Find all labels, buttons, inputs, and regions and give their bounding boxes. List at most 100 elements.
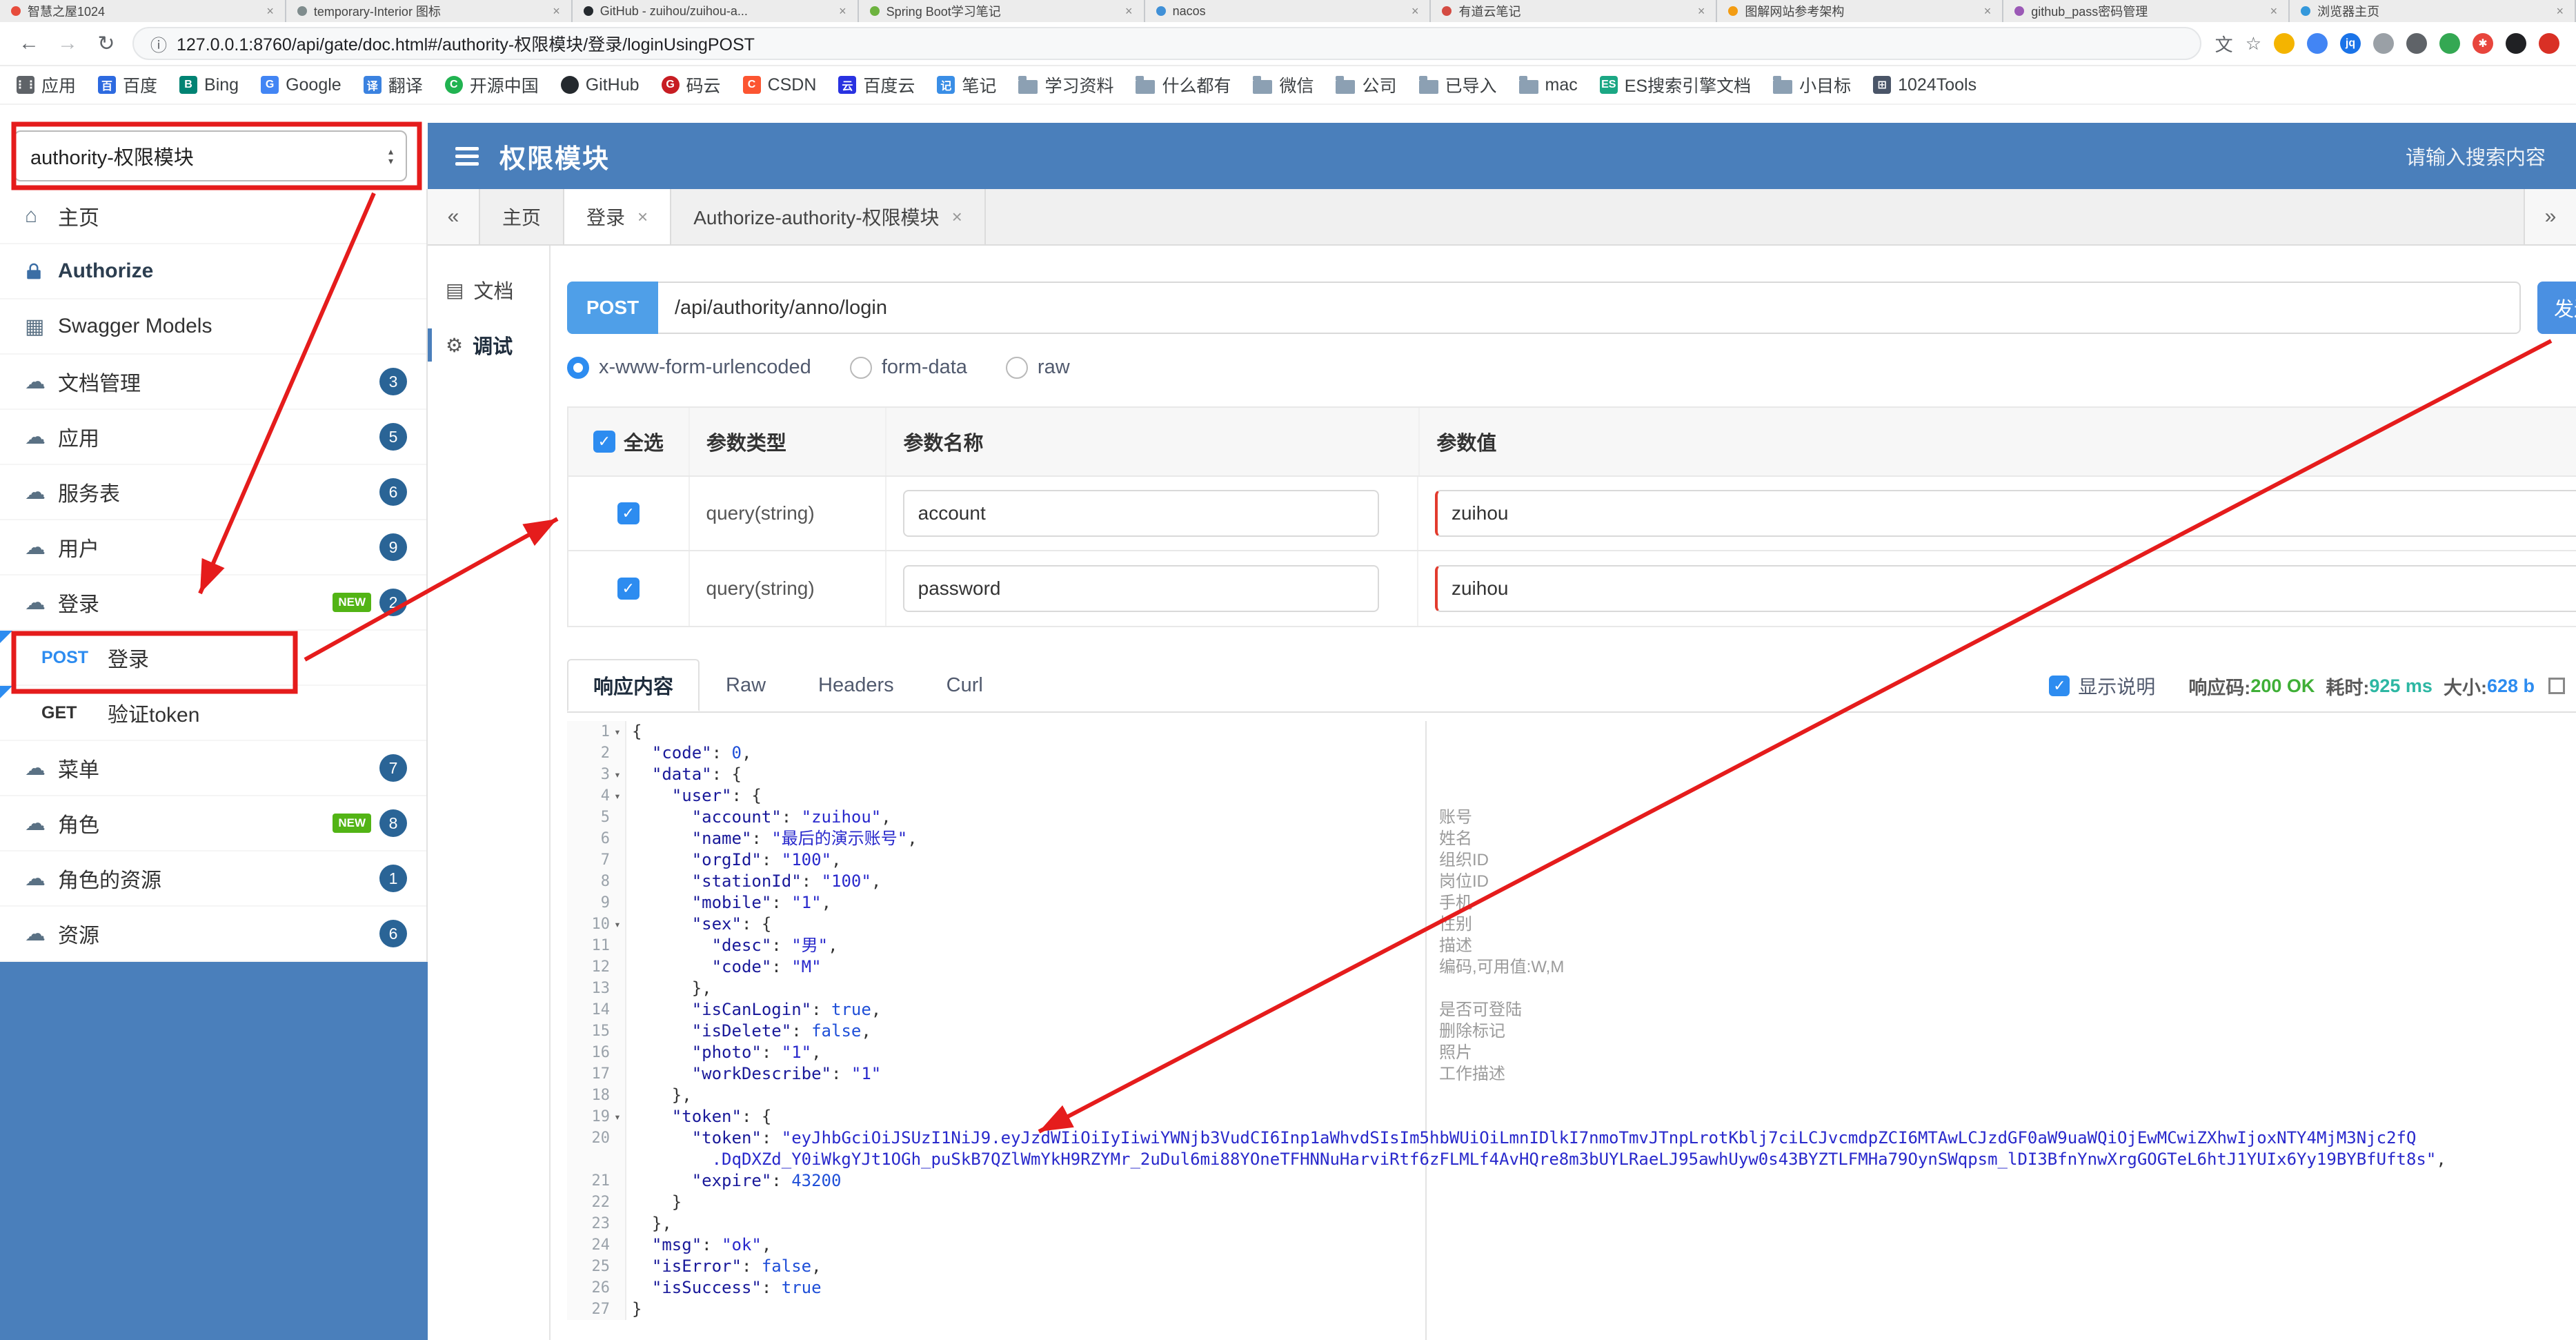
tab-close-icon[interactable]: ×	[2557, 4, 2564, 19]
ext-icon-4[interactable]	[2439, 33, 2460, 54]
row-checkbox[interactable]: ✓	[617, 502, 640, 524]
sidebar-item-7[interactable]: ☁ 用户 9	[0, 520, 426, 575]
browser-tab-8[interactable]: github_pass密码管理 ×	[2003, 0, 2290, 22]
send-button[interactable]: 发送	[2537, 282, 2576, 334]
ext-icon-shield[interactable]	[2406, 33, 2427, 54]
tab-Authorize-authority-权限模块[interactable]: Authorize-authority-权限模块 ×	[671, 189, 986, 244]
fold-caret-icon[interactable]: ▾	[610, 721, 625, 742]
back-icon[interactable]: ←	[17, 32, 41, 55]
ext-icon-5[interactable]	[2506, 33, 2526, 54]
sidebar-item-13[interactable]: ☁ 角色的资源 1	[0, 851, 426, 907]
row-checkbox[interactable]: ✓	[617, 578, 640, 600]
bookmark-star-icon[interactable]: ☆	[2246, 33, 2261, 54]
api-group-select[interactable]: authority-权限模块 ▴ ▾	[14, 130, 407, 181]
tab-close-icon[interactable]: ×	[839, 4, 846, 19]
browser-tab-7[interactable]: 图解网站参考架构 ×	[1717, 0, 2004, 22]
browser-tab-9[interactable]: 浏览器主页 ×	[2290, 0, 2576, 22]
param-name-input-password[interactable]	[902, 565, 1379, 612]
bookmark-item-7[interactable]: GitHub	[560, 75, 640, 95]
nav-文档[interactable]: ▤ 文档	[428, 262, 549, 317]
tab-close-icon[interactable]: ×	[952, 206, 962, 228]
sidebar-item-8[interactable]: ☁ 登录 NEW 2	[0, 575, 426, 631]
browser-tab-4[interactable]: Spring Boot学习笔记 ×	[858, 0, 1145, 22]
tab-close-icon[interactable]: ×	[1984, 4, 1992, 19]
bookmark-item-19[interactable]: 小目标	[1773, 72, 1851, 97]
bookmark-item-8[interactable]: G 码云	[661, 72, 721, 97]
bookmark-item-14[interactable]: 微信	[1253, 72, 1314, 97]
sidebar-item-post-登录[interactable]: POST 登录	[0, 631, 426, 686]
profile-avatar[interactable]	[2539, 33, 2559, 54]
sidebar-item-2[interactable]: Authorize	[0, 244, 426, 299]
tab-close-icon[interactable]: ×	[1411, 4, 1419, 19]
radio-icon[interactable]	[849, 356, 872, 379]
tab-登录[interactable]: 登录 ×	[564, 189, 672, 244]
content-type-raw[interactable]: raw	[1005, 356, 1070, 379]
content-type-x-www-form-urlencoded[interactable]: x-www-form-urlencoded	[567, 356, 811, 379]
radio-icon[interactable]	[1005, 356, 1028, 379]
translate-icon[interactable]: 文	[2215, 33, 2233, 55]
ext-icon-1[interactable]	[2274, 33, 2295, 54]
response-tab-Raw[interactable]: Raw	[700, 659, 792, 711]
nav-调试[interactable]: ⚙ 调试	[428, 317, 549, 373]
bookmark-item-10[interactable]: 云百度云	[838, 72, 915, 97]
param-value-input-account[interactable]	[1434, 490, 2576, 537]
menu-toggle-icon[interactable]	[455, 146, 479, 166]
tabs-collapse-left[interactable]: «	[428, 189, 480, 244]
reload-icon[interactable]: ↻	[94, 32, 119, 56]
request-url-input[interactable]	[658, 282, 2521, 334]
tab-close-icon[interactable]: ×	[266, 4, 274, 19]
bookmark-item-4[interactable]: G Google	[261, 75, 341, 95]
bookmark-item-18[interactable]: ES ES搜索引擎文档	[1599, 72, 1751, 97]
bookmark-item-16[interactable]: 已导入	[1418, 72, 1497, 97]
browser-tab-3[interactable]: GitHub - zuihou/zuihou-a... ×	[572, 0, 859, 22]
sidebar-item-get-验证token[interactable]: GET 验证token	[0, 686, 426, 741]
tab-主页[interactable]: 主页	[480, 189, 565, 244]
tab-close-icon[interactable]: ×	[553, 4, 560, 19]
content-type-form-data[interactable]: form-data	[849, 356, 967, 379]
param-value-input-password[interactable]	[1434, 565, 2576, 612]
response-tab-Headers[interactable]: Headers	[792, 659, 920, 711]
bookmark-item-6[interactable]: C 开源中国	[444, 72, 539, 97]
sidebar-item-5[interactable]: ☁ 应用 5	[0, 410, 426, 465]
sidebar-item-3[interactable]: ▦ Swagger Models	[0, 299, 426, 355]
browser-tab-6[interactable]: 有道云笔记 ×	[1431, 0, 1718, 22]
tabs-collapse-right[interactable]: »	[2524, 189, 2576, 244]
bookmark-item-3[interactable]: B Bing	[179, 75, 239, 95]
ext-icon-jq[interactable]: jq	[2340, 33, 2361, 54]
response-tab-响应内容[interactable]: 响应内容	[567, 659, 700, 711]
bookmark-item-12[interactable]: 学习资料	[1018, 72, 1113, 97]
browser-tab-1[interactable]: 智慧之屋1024 ×	[0, 0, 286, 22]
bookmark-item-20[interactable]: ⊞ 1024Tools	[1873, 75, 1976, 95]
ext-icon-2[interactable]	[2307, 33, 2328, 54]
param-name-input-account[interactable]	[902, 490, 1379, 537]
sidebar-item-11[interactable]: ☁ 菜单 7	[0, 741, 426, 796]
ext-icon-pinwheel[interactable]: ✱	[2473, 33, 2493, 54]
fold-caret-icon[interactable]: ▾	[610, 764, 625, 785]
response-tab-Curl[interactable]: Curl	[920, 659, 1009, 711]
sidebar-item-1[interactable]: ⌂ 主页	[0, 189, 426, 244]
tab-close-icon[interactable]: ×	[637, 206, 648, 228]
bookmark-item-2[interactable]: 百百度	[98, 72, 157, 97]
bookmark-item-13[interactable]: 什么都有	[1136, 72, 1231, 97]
fold-caret-icon[interactable]: ▾	[610, 1106, 625, 1127]
fold-caret-icon[interactable]: ▾	[610, 785, 625, 807]
sidebar-item-6[interactable]: ☁ 服务表 6	[0, 465, 426, 520]
bookmark-item-1[interactable]: ⋮⋮ 应用	[14, 72, 76, 97]
fullscreen-icon[interactable]	[2548, 678, 2565, 694]
url-bar[interactable]: ⓘ 127.0.0.1:8760/api/gate/doc.html#/auth…	[132, 27, 2201, 60]
page-info-icon[interactable]: ⓘ	[150, 32, 167, 56]
tab-close-icon[interactable]: ×	[2270, 4, 2278, 19]
bookmark-item-5[interactable]: 译翻译	[363, 72, 423, 97]
bookmark-item-11[interactable]: 记笔记	[937, 72, 996, 97]
ext-icon-3[interactable]	[2373, 33, 2394, 54]
tab-close-icon[interactable]: ×	[1698, 4, 1705, 19]
bookmark-item-9[interactable]: C CSDN	[742, 75, 816, 95]
header-search-input[interactable]: 请输入搜索内容	[2406, 141, 2546, 170]
tab-close-icon[interactable]: ×	[1125, 4, 1133, 19]
radio-icon[interactable]	[567, 356, 589, 379]
fold-caret-icon[interactable]: ▾	[610, 914, 625, 935]
bookmark-item-17[interactable]: mac	[1518, 75, 1578, 95]
browser-tab-2[interactable]: temporary-Interior 图标 ×	[286, 0, 573, 22]
bookmark-item-15[interactable]: 公司	[1336, 72, 1397, 97]
forward-icon[interactable]: →	[55, 32, 80, 55]
